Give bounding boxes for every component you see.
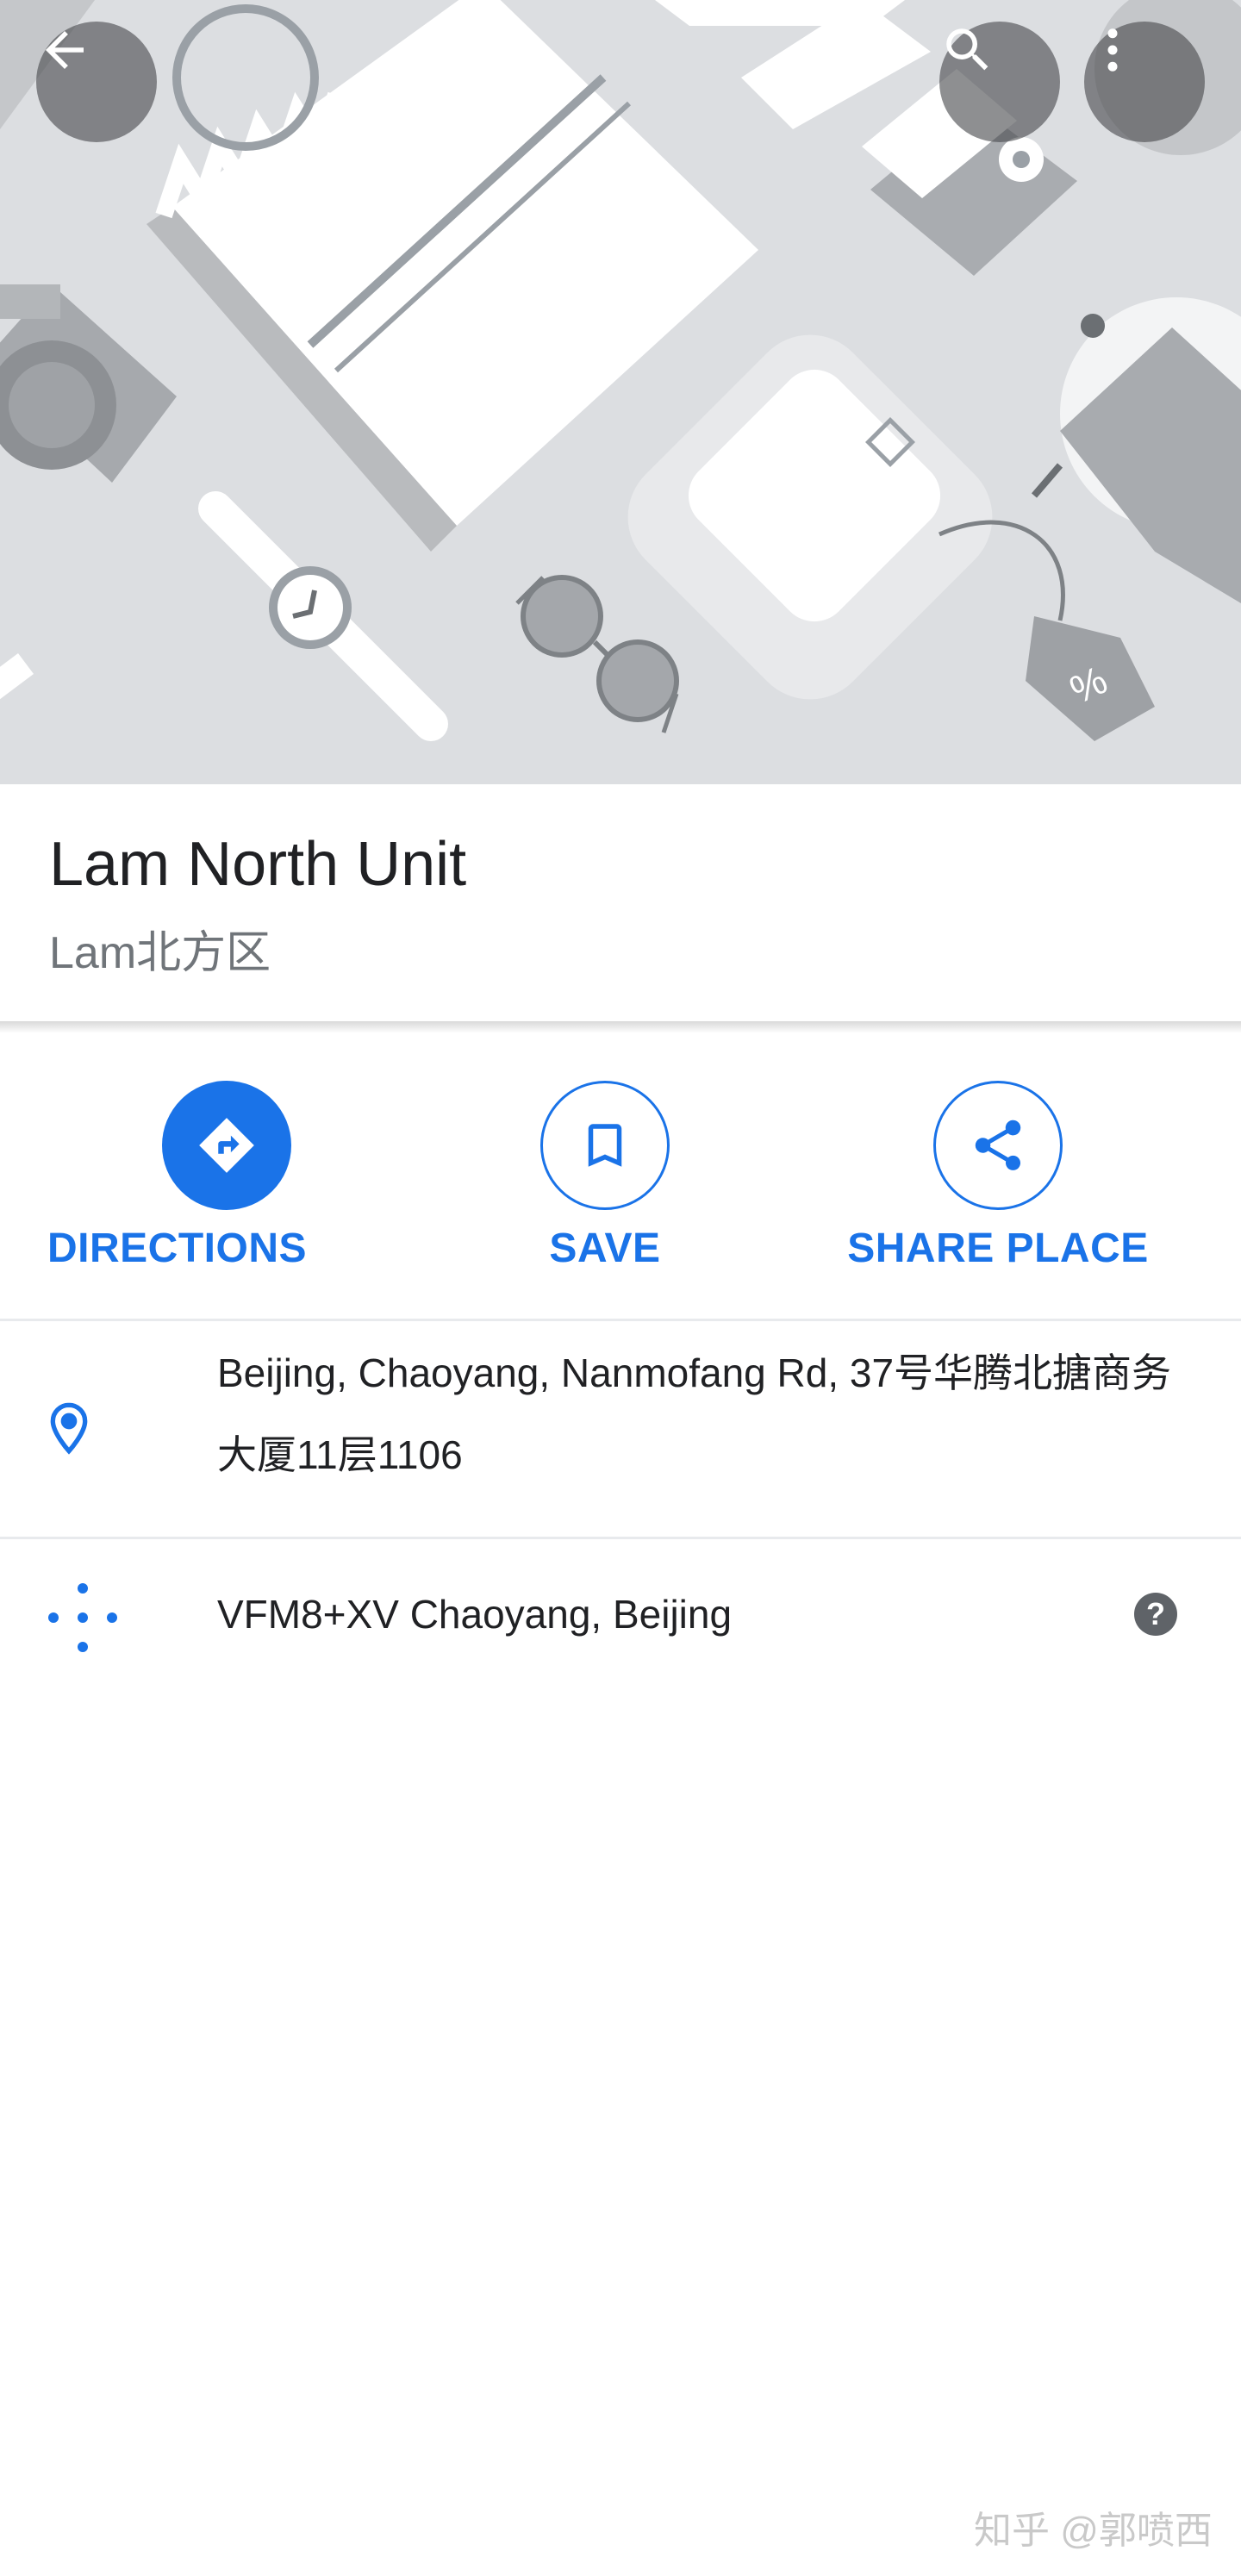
share-icon — [975, 1120, 1021, 1170]
share-place-label: SHARE PLACE — [847, 1226, 1149, 1271]
address-text: Beijing, Chaoyang, Nanmofang Rd, 37号华腾北搪… — [217, 1350, 1172, 1477]
search-button[interactable] — [939, 22, 1060, 142]
place-title-block: Lam North Unit Lam北方区 — [0, 784, 1241, 1021]
plus-code-row[interactable]: VFM8+XV Chaoyang, Beijing ? — [0, 1539, 1241, 1686]
plus-code-icon — [41, 1576, 124, 1663]
action-row: DIRECTIONS SAVE SHARE PLACE — [0, 1033, 1241, 1319]
directions-circle — [162, 1081, 291, 1210]
address-row[interactable]: Beijing, Chaoyang, Nanmofang Rd, 37号华腾北搪… — [0, 1321, 1241, 1537]
save-button[interactable]: SAVE — [433, 1033, 777, 1319]
place-page: % Lam North Unit Lam北方区 DIRECTIONS SAVE … — [0, 0, 1241, 2576]
share-circle — [933, 1081, 1063, 1210]
place-name: Lam North Unit — [49, 830, 467, 899]
save-label: SAVE — [549, 1226, 661, 1271]
shopping-illustration: % — [0, 0, 1241, 741]
plus-code-text: VFM8+XV Chaoyang, Beijing — [217, 1592, 733, 1637]
bookmark-icon — [588, 1124, 622, 1167]
place-subtitle: Lam北方区 — [49, 928, 271, 978]
directions-icon — [199, 1118, 254, 1173]
directions-button[interactable]: DIRECTIONS — [47, 1033, 399, 1319]
arrow-back-icon — [46, 31, 84, 69]
watermark: 知乎 @郭喷西 — [974, 2510, 1213, 2552]
save-circle — [540, 1081, 670, 1210]
more-vert-icon — [1107, 28, 1118, 72]
help-icon[interactable]: ? — [1134, 1593, 1177, 1636]
location-pin-icon — [41, 1397, 97, 1463]
hero-illustration: % — [0, 0, 1241, 784]
share-place-button[interactable]: SHARE PLACE — [826, 1033, 1170, 1319]
directions-label: DIRECTIONS — [47, 1226, 308, 1271]
more-options-button[interactable] — [1084, 22, 1205, 142]
back-button[interactable] — [36, 22, 157, 142]
title-divider-shadow — [0, 1021, 1241, 1033]
search-icon — [946, 28, 988, 71]
